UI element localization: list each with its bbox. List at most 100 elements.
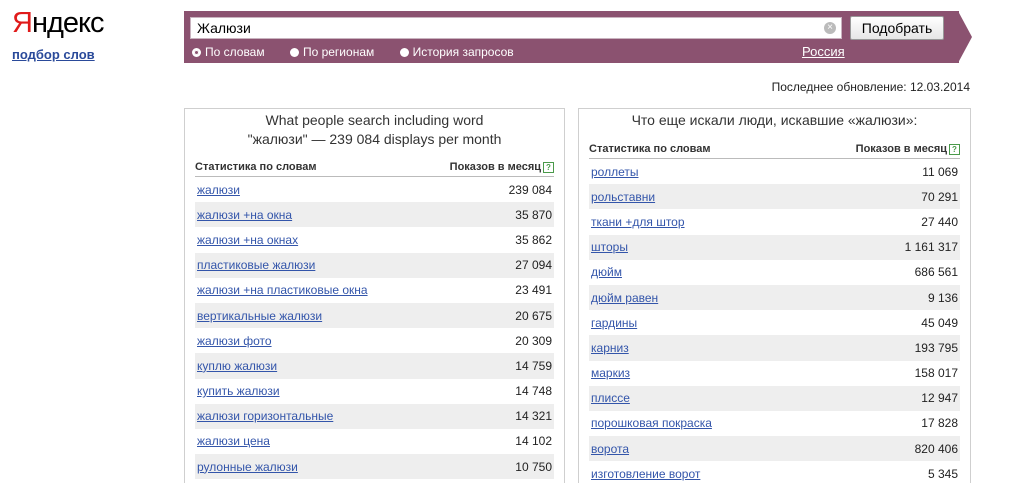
- keyword-link[interactable]: жалюзи цена: [197, 434, 270, 448]
- impressions-count: 239 084: [508, 182, 552, 197]
- keyword-link[interactable]: карниз: [591, 341, 629, 355]
- col-keyword: Статистика по словам: [195, 161, 317, 173]
- table-row: шторы 1 161 317: [589, 234, 960, 260]
- keyword-link[interactable]: ворота: [591, 442, 629, 456]
- keyword-link[interactable]: жалюзи горизонтальные: [197, 409, 333, 423]
- impressions-count: 35 862: [515, 232, 552, 247]
- table-row: маркиз 158 017: [589, 361, 960, 386]
- keyword-link[interactable]: гардины: [591, 316, 637, 330]
- impressions-count: 1 161 317: [904, 240, 958, 255]
- table-row: вертикальные жалюзи 20 675: [195, 302, 554, 329]
- keyword-link[interactable]: дюйм: [591, 265, 622, 279]
- left-panel: What people search including word "жалюз…: [184, 108, 565, 483]
- radio-icon: [399, 48, 409, 57]
- keyword-link[interactable]: плиссе: [591, 391, 630, 405]
- right-panel: Что еще искали люди, искавшие «жалюзи»: …: [578, 108, 971, 483]
- impressions-count: 20 309: [515, 333, 552, 348]
- search-bar: × Подобрать По словам По регионам Истори…: [184, 11, 959, 63]
- keyword-link[interactable]: купить жалюзи: [197, 384, 280, 398]
- impressions-count: 17 828: [921, 416, 958, 431]
- table-row: жалюзи фото 20 309: [195, 328, 554, 353]
- keyword-link[interactable]: жалюзи фото: [197, 334, 272, 348]
- left-panel-title: What people search including word "жалюз…: [247, 112, 502, 147]
- keyword-link[interactable]: дюйм равен: [591, 291, 658, 305]
- impressions-count: 193 795: [914, 340, 958, 355]
- table-row: пластиковые жалюзи 27 094: [195, 252, 554, 278]
- table-row: куплю жалюзи 14 759: [195, 353, 554, 379]
- col-keyword: Статистика по словам: [589, 143, 711, 155]
- right-table-header: Статистика по словам Показов в месяц?: [589, 143, 960, 159]
- keyword-link[interactable]: шторы: [591, 240, 628, 254]
- keyword-link[interactable]: жалюзи +на окнах: [197, 233, 298, 247]
- table-row: карниз 193 795: [589, 335, 960, 361]
- keyword-link[interactable]: изготовление ворот: [591, 467, 700, 481]
- impressions-count: 14 759: [515, 358, 552, 373]
- keyword-link[interactable]: жалюзи: [197, 183, 240, 197]
- impressions-count: 686 561: [914, 265, 958, 280]
- search-bar-arrow: [958, 11, 972, 63]
- keyword-link[interactable]: порошковая покраска: [591, 416, 712, 430]
- impressions-count: 27 440: [921, 214, 958, 229]
- table-row: жалюзи +на пластиковые окна 23 491: [195, 278, 554, 303]
- table-row: жалюзи +на окнах 35 862: [195, 227, 554, 252]
- keyword-link[interactable]: рулонные жалюзи: [197, 460, 298, 474]
- table-row: дюйм равен 9 136: [589, 284, 960, 311]
- radio-by-regions[interactable]: По регионам: [289, 45, 374, 59]
- yandex-logo[interactable]: Яндекс: [12, 7, 105, 39]
- keyword-link[interactable]: маркиз: [591, 366, 630, 380]
- table-row: жалюзи цена 14 102: [195, 429, 554, 454]
- search-input[interactable]: [190, 17, 842, 39]
- col-count: Показов в месяц?: [450, 161, 554, 173]
- help-icon[interactable]: ?: [543, 162, 554, 173]
- logo-first-letter: Я: [12, 7, 33, 39]
- impressions-count: 5 345: [927, 466, 958, 481]
- table-row: ворота 820 406: [589, 436, 960, 462]
- submit-button[interactable]: Подобрать: [850, 16, 944, 40]
- impressions-count: 45 049: [921, 315, 958, 330]
- impressions-count: 20 675: [515, 308, 552, 323]
- keyword-link[interactable]: роллеты: [591, 165, 638, 179]
- table-row: рольставни 70 291: [589, 184, 960, 210]
- impressions-count: 820 406: [914, 441, 958, 456]
- help-icon[interactable]: ?: [949, 144, 960, 155]
- right-rows: роллеты 11 069 рольставни 70 291 ткани +для …: [589, 159, 960, 483]
- impressions-count: 27 094: [515, 258, 552, 273]
- table-row: жалюзи 239 084: [195, 177, 554, 202]
- region-link[interactable]: Россия: [802, 44, 845, 59]
- keyword-link[interactable]: рольставни: [591, 190, 655, 204]
- table-row: рулонные жалюзи 10 750: [195, 454, 554, 480]
- table-row: плиссе 12 947: [589, 385, 960, 411]
- table-row: дюйм 686 561: [589, 260, 960, 285]
- keyword-link[interactable]: пластиковые жалюзи: [197, 258, 315, 272]
- impressions-count: 23 491: [515, 283, 552, 298]
- impressions-count: 9 136: [927, 290, 958, 305]
- last-update: Последнее обновление: 12.03.2014: [771, 80, 970, 94]
- keyword-link[interactable]: жалюзи +на окна: [197, 208, 292, 222]
- search-mode-radios: По словам По регионам История запросов: [192, 45, 536, 59]
- right-panel-title: Что еще искали люди, искавшие «жалюзи»:: [631, 112, 918, 128]
- impressions-count: 10 750: [515, 459, 552, 474]
- table-row: изготовление ворот 5 345: [589, 461, 960, 483]
- table-row: купить жалюзи 14 748: [195, 379, 554, 404]
- left-table-header: Статистика по словам Показов в месяц?: [195, 161, 554, 177]
- impressions-count: 35 870: [515, 207, 552, 222]
- wordstat-link[interactable]: подбор слов: [12, 47, 95, 62]
- impressions-count: 14 321: [515, 409, 552, 424]
- radio-query-history[interactable]: История запросов: [399, 45, 514, 59]
- keyword-link[interactable]: жалюзи +на пластиковые окна: [197, 283, 368, 297]
- impressions-count: 70 291: [921, 189, 958, 204]
- keyword-link[interactable]: куплю жалюзи: [197, 359, 277, 373]
- radio-by-words[interactable]: По словам: [192, 45, 265, 59]
- col-count: Показов в месяц?: [856, 143, 960, 155]
- impressions-count: 158 017: [914, 366, 958, 381]
- radio-icon: [289, 48, 299, 57]
- keyword-link[interactable]: ткани +для штор: [591, 215, 685, 229]
- table-row: ткани +для штор 27 440: [589, 209, 960, 234]
- impressions-count: 14 102: [515, 434, 552, 449]
- logo-rest: ндекс: [31, 7, 105, 39]
- impressions-count: 14 748: [515, 384, 552, 399]
- keyword-link[interactable]: вертикальные жалюзи: [197, 309, 322, 323]
- table-row: порошковая покраска 17 828: [589, 411, 960, 436]
- clear-icon[interactable]: ×: [824, 22, 836, 34]
- table-row: жалюзи горизонтальные 14 321: [195, 403, 554, 429]
